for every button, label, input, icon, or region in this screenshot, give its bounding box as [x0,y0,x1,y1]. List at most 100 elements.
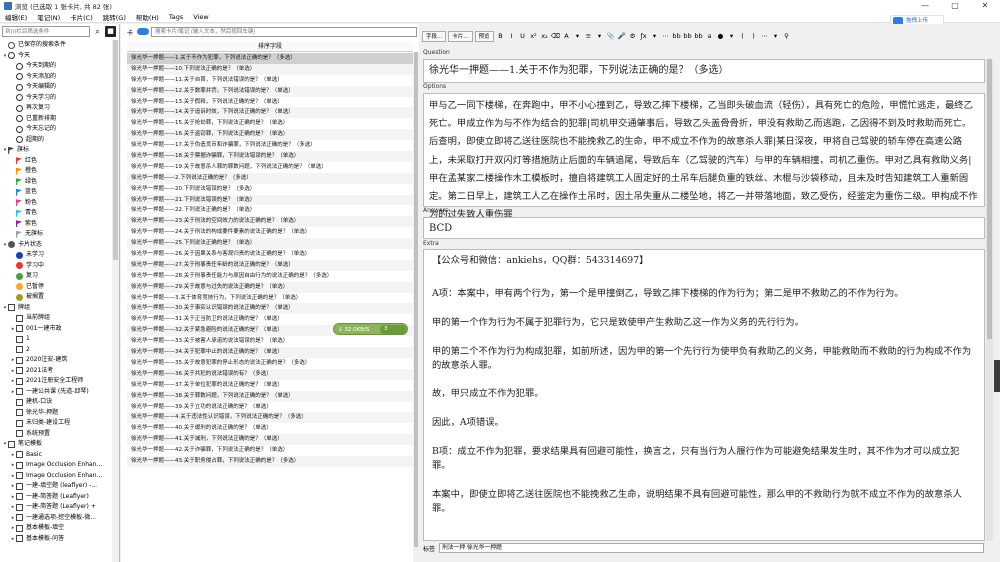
sidebar-item[interactable]: 今天到期的 [0,61,112,72]
close-button[interactable]: ✕ [970,0,1000,12]
sidebar-item[interactable]: ▸ 一建-简答题 (Leaflyer) [0,492,112,503]
options-field[interactable]: 甲与乙一同下楼梯，在奔跑中，甲不小心撞到乙，导致乙摔下楼梯，乙当即头破血流（轻伤… [423,93,985,220]
sidebar-item[interactable]: 红色 [0,156,112,167]
format-tool-icon[interactable]: 📎 [606,31,616,42]
format-tool-icon[interactable]: ⚙ [628,31,638,42]
format-tool-icon[interactable]: ⋯ [661,31,671,42]
sidebar-item[interactable]: ▾ 笔记模板 [0,439,112,450]
table-row[interactable]: 徐光华一押题——22.下列说法正确的是？（单选） [127,205,413,216]
expand-arrow-icon[interactable]: ▾ [2,145,8,156]
format-tool-icon[interactable]: ) [749,31,759,42]
table-row[interactable]: 徐光华一押题——34.关于犯罪中止的说法正确的是？（单选） [127,347,413,358]
maximize-button[interactable]: ▢ [940,0,970,12]
search-icon[interactable]: ⌕ [92,26,103,37]
sidebar-item[interactable]: ▸ Basic [0,450,112,461]
sidebar-item[interactable]: 学习中 [0,261,112,272]
tags-field[interactable]: 刑法一押 徐光华一押题 [439,543,984,553]
table-row[interactable]: 徐光华一押题——28.关于刑事责任能力与原因自由行为的说法正确的是？（多选） [127,271,413,282]
sidebar-item[interactable]: 超期的 [0,135,112,146]
table-row[interactable]: 徐光华一押题——15.关于抢劫罪，下列说法正确的是？（单选） [127,118,413,129]
format-tool-icon[interactable]: A [562,31,572,42]
sidebar-item[interactable]: 2 [0,345,112,356]
format-tool-icon[interactable]: ▾ [573,31,583,42]
format-tool-icon[interactable]: ▾ [771,31,781,42]
sidebar-item[interactable]: 未归类-建设工程 [0,418,112,429]
sidebar-item[interactable]: ▸ 基本模板-问答 [0,534,112,545]
format-tool-icon[interactable]: a [705,31,715,42]
table-row[interactable]: 徐光华一押题——1.关于不作为犯罪，下列说法正确的是？（多选） [127,53,413,64]
table-row[interactable]: 徐光华一押题——26.关于因果关系与客观归责的说法正确的是？（单选） [127,249,413,260]
format-tool-icon[interactable]: 🎤 [617,31,627,42]
format-tool-icon[interactable]: ⚲ [782,31,792,42]
minimize-button[interactable]: — [910,0,940,12]
table-row[interactable]: 徐光华一押题——33.关于被害人承诺的说法错误的是？（单选） [127,336,413,347]
fields-button[interactable]: 字段... [422,31,447,42]
format-tool-icon[interactable]: ƒx [639,31,649,42]
sidebar-item[interactable]: 系统预置 [0,429,112,440]
format-tool-icon[interactable]: ( [738,31,748,42]
table-row[interactable]: 徐光华一押题——14.关于追诉时效，下列说法正确的是？（单选） [127,107,413,119]
menu-go[interactable]: 跳转(G) [98,12,131,22]
sidebar-item[interactable]: 紫色 [0,219,112,230]
sidebar-item[interactable]: ▸ 一建公共课 (先道-邱琴) [0,387,112,398]
format-tool-icon[interactable]: ● [716,31,726,42]
format-tool-icon[interactable]: ▾ [595,31,605,42]
menu-tags[interactable]: Tags [164,13,188,21]
extra-field[interactable]: 【公众号和微信：ankiehs，QQ群：543314697】 A项：本案中，甲有… [423,249,985,541]
table-row[interactable]: 徐光华一押题——17.关于伪造货币和诈骗罪，下列说法正确的是？（多选） [127,140,413,151]
sidebar-item[interactable]: ▸ 一建-简答题 (Leaflyer) + [0,502,112,513]
format-tool-icon[interactable]: bb [694,31,704,42]
table-row[interactable]: 徐光华一押题——39.关于立功的说法正确的是？（单选） [127,402,413,413]
sidebar-item[interactable]: ▸ Image Occlusion Enhan... [0,460,112,471]
edge-panel-tab[interactable] [994,360,1000,392]
sidebar-item[interactable]: 未学习 [0,250,112,261]
table-row[interactable]: 徐光华一押题——21.下列说法错误的是？（单选） [127,194,413,206]
menu-notes[interactable]: 笔记(N) [32,12,65,22]
format-tool-icon[interactable]: ⋯ [760,31,770,42]
format-tool-icon[interactable]: x² [529,31,539,42]
sidebar-item[interactable]: ▸ 2020注安-建筑 [0,355,112,366]
table-row[interactable]: 徐光华一押题——13.关于假释，下列说法正确的是？（单选） [127,97,413,108]
sidebar-item[interactable]: ▸ 001一建市政 [0,324,112,335]
table-row[interactable]: 徐光华一押题——30.关于事实认识错误的说法正确的是？（单选） [127,303,413,315]
toggle-switch[interactable] [137,28,149,35]
sidebar-search-input[interactable] [2,26,90,37]
sidebar-item[interactable]: ▾ 卡片状态 [0,240,112,251]
table-row[interactable]: 徐光华一押题——23.关于刑法的空间效力的说法正确的是？（单选） [127,216,413,228]
table-row[interactable]: 徐光华一押题——43.关于职务侵占罪，下列说法正确的是？（多选） [127,455,413,467]
format-tool-icon[interactable]: I [507,31,517,42]
sidebar-item[interactable]: 橙色 [0,166,112,177]
sidebar-item[interactable]: 当前牌组 [0,313,112,324]
cards-button[interactable]: 卡片... [448,31,473,42]
menu-edit[interactable]: 编辑(E) [0,12,32,22]
sidebar-item[interactable]: ▾ 牌组 [0,303,112,314]
question-field[interactable]: 徐光华一押题——1.关于不作为犯罪，下列说法正确的是？（多选） [423,59,985,83]
sidebar-item[interactable]: 已暂停 [0,282,112,293]
format-tool-icon[interactable]: x₂ [540,31,550,42]
sidebar-item[interactable]: 被搁置 [0,292,112,303]
clear-icon[interactable]: ■ [105,26,116,37]
format-tool-icon[interactable]: ⌫ [551,31,561,42]
format-tool-icon[interactable]: B [496,31,506,42]
table-row[interactable]: 徐光华一押题——11.关于自首，下列说法错误的是？（单选） [127,75,413,86]
sidebar-item[interactable]: 绿色 [0,177,112,188]
sidebar-item[interactable]: 再次复习 [0,103,112,114]
format-tool-icon[interactable]: ▾ [727,31,737,42]
sidebar-item[interactable]: 无旗标 [0,229,112,240]
sidebar-scroll-thumb[interactable] [113,40,118,260]
sidebar-item[interactable]: ▸ Image Occlusion Enhan... [0,471,112,482]
sidebar-item[interactable]: ▾ 今天 [0,51,112,62]
format-tool-icon[interactable]: U [518,31,528,42]
table-row[interactable]: 徐光华一押题——27.关于刑事责任年龄的说法正确的是？（单选） [127,259,413,271]
card-search-input[interactable] [151,27,417,37]
table-row[interactable]: 徐光华一押题——36.关于共犯的说法错误的有？（多选） [127,368,413,380]
format-tool-icon[interactable]: ≡ [584,31,594,42]
sidebar-item[interactable]: 蓝色 [0,187,112,198]
menu-cards[interactable]: 卡片(C) [65,12,98,22]
table-row[interactable]: 徐光华一押题——19.关于故意杀人罪的罪数问题，下列说法正确的是？（单选） [127,162,413,173]
sidebar-item[interactable]: ▾ 旗标 [0,145,112,156]
table-row[interactable]: 徐光华一押题——4.关于违法性认识错误，下列说法正确的是？（多选） [127,412,413,424]
sidebar-item[interactable]: ▸ 基本模板-填空 [0,523,112,534]
sidebar-item[interactable]: 徐光华-押题 [0,408,112,419]
sidebar-item[interactable]: 今天编辑的 [0,82,112,93]
